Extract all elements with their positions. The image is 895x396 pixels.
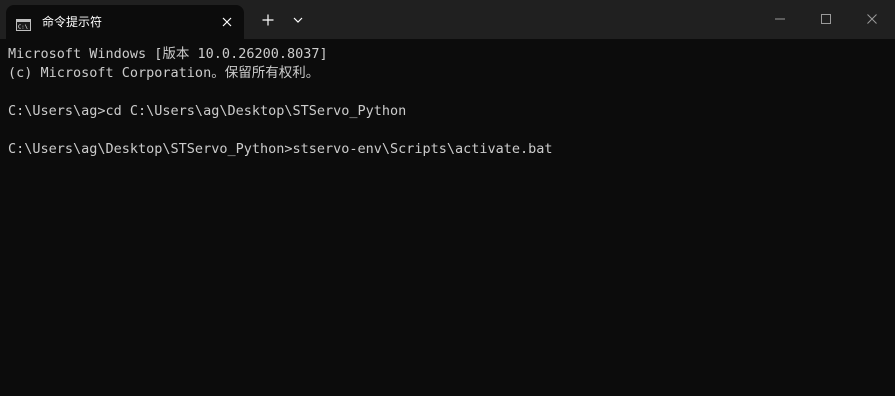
console-line: C:\Users\ag>cd C:\Users\ag\Desktop\STSer… [8, 103, 407, 119]
close-button[interactable] [849, 0, 895, 39]
svg-text:C:\: C:\ [18, 25, 28, 31]
close-icon [867, 14, 877, 24]
maximize-icon [821, 14, 831, 24]
tab-title: 命令提示符 [42, 15, 103, 29]
dropdown-chevron-down-icon[interactable] [289, 11, 307, 29]
title-bar: C:\ 命令提示符 [0, 0, 895, 39]
cmd-icon: C:\ [16, 16, 31, 31]
console-output[interactable]: Microsoft Windows [版本 10.0.26200.8037] (… [8, 45, 888, 159]
minimize-button[interactable] [757, 0, 803, 39]
console-line: (c) Microsoft Corporation。保留所有权利。 [8, 65, 320, 81]
maximize-button[interactable] [803, 0, 849, 39]
tab-command-prompt[interactable]: C:\ 命令提示符 [6, 5, 244, 39]
terminal-window: C:\ 命令提示符 Microsoft Windows [版本 10.0.262… [0, 0, 895, 396]
console-line: C:\Users\ag\Desktop\STServo_Python>stser… [8, 141, 553, 157]
console-line: Microsoft Windows [版本 10.0.26200.8037] [8, 46, 328, 62]
minimize-icon [775, 18, 785, 20]
tab-close-icon[interactable] [219, 14, 235, 30]
new-tab-plus-icon[interactable] [259, 11, 277, 29]
